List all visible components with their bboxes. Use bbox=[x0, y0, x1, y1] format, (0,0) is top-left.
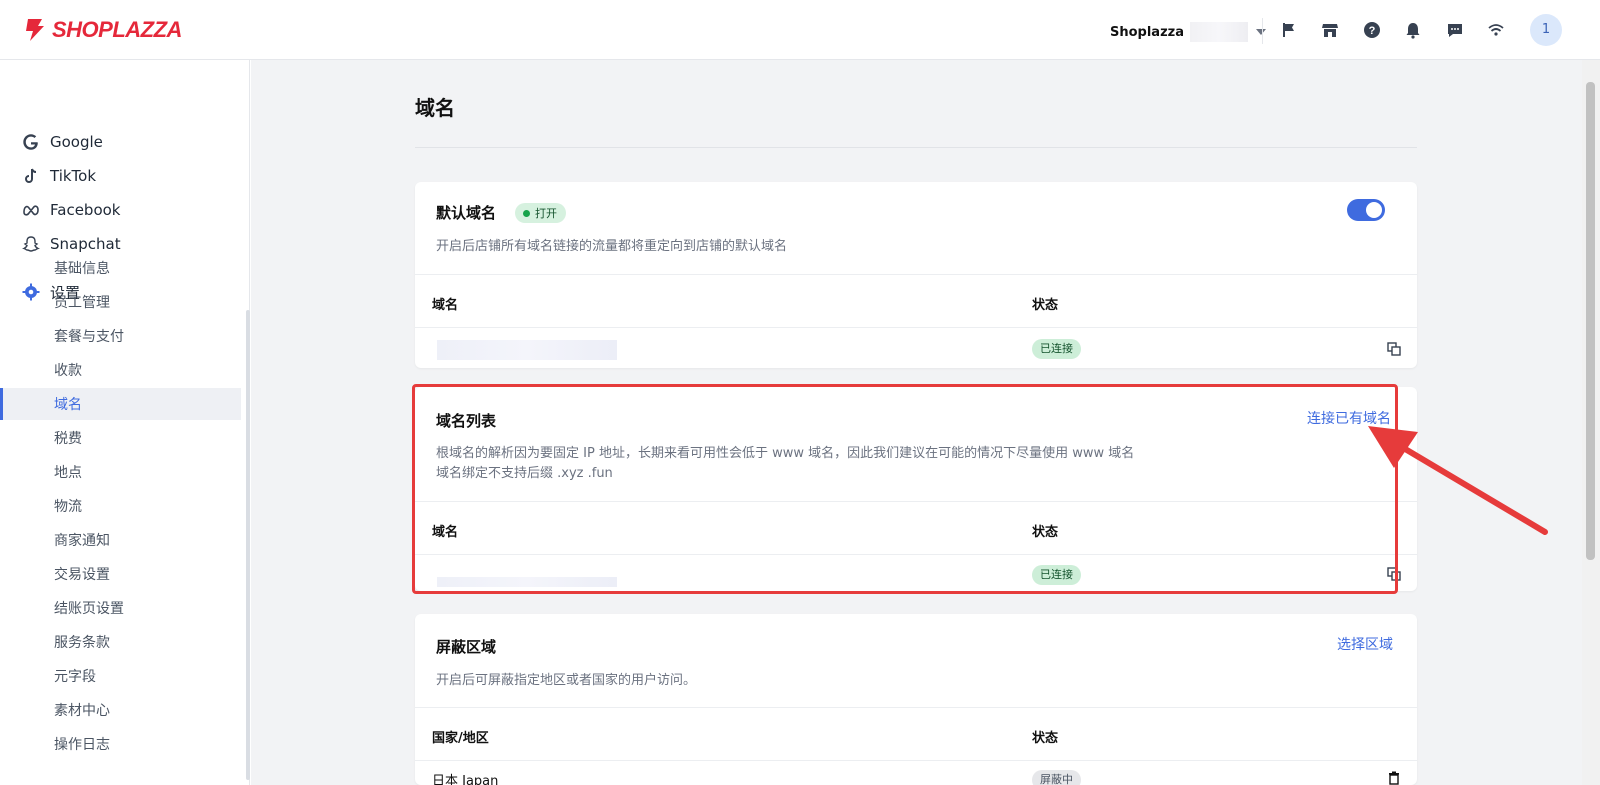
card-title: 默认域名 bbox=[436, 204, 497, 222]
sidebar-subitem[interactable]: 税费 bbox=[0, 422, 240, 454]
sidebar-subitem[interactable]: 套餐与支付 bbox=[0, 320, 240, 352]
annotation-arrow bbox=[1368, 426, 1548, 535]
sidebar-item-google[interactable]: Google bbox=[22, 130, 103, 154]
title-divider bbox=[415, 147, 1417, 148]
table-row: 已连接 bbox=[415, 327, 1417, 368]
blocked-region-card: 屏蔽区域 选择区域 开启后可屏蔽指定地区或者国家的用户访问。 国家/地区 状态 … bbox=[415, 614, 1417, 785]
sidebar-item-label: Facebook bbox=[50, 201, 121, 219]
card-title: 屏蔽区域 bbox=[436, 638, 497, 656]
sidebar-item-facebook[interactable]: Facebook bbox=[22, 198, 120, 222]
status-badge-label: 打开 bbox=[535, 207, 557, 220]
column-header-status: 状态 bbox=[1032, 731, 1059, 746]
wifi-icon[interactable] bbox=[1487, 21, 1505, 39]
user-avatar[interactable]: 1 bbox=[1530, 14, 1562, 46]
store-switcher[interactable]: Shoplazza bbox=[1110, 20, 1266, 44]
sidebar-subitem[interactable]: 员工管理 bbox=[0, 286, 240, 318]
sidebar-subitem-active[interactable]: 域名 bbox=[0, 388, 241, 420]
domain-name-redacted bbox=[437, 340, 617, 360]
select-region-link[interactable]: 选择区域 bbox=[1337, 634, 1393, 654]
sidebar-subitem[interactable]: 收款 bbox=[0, 354, 240, 386]
status-badge: 已连接 bbox=[1032, 339, 1081, 359]
sidebar-subitem[interactable]: 元字段 bbox=[0, 660, 240, 692]
shoplazza-logo-icon bbox=[26, 19, 44, 41]
card-description: 开启后可屏蔽指定地区或者国家的用户访问。 bbox=[436, 673, 697, 688]
chevron-down-icon bbox=[1256, 29, 1266, 35]
status-badge: 屏蔽中 bbox=[1032, 770, 1081, 785]
sidebar-item-label: Snapchat bbox=[50, 235, 121, 253]
copy-icon[interactable] bbox=[1387, 342, 1401, 356]
table-header: 国家/地区 状态 bbox=[415, 707, 1417, 760]
page-title: 域名 bbox=[415, 96, 455, 120]
card-description: 开启后店铺所有域名链接的流量都将重定向到店铺的默认域名 bbox=[436, 239, 788, 254]
meta-icon bbox=[23, 205, 39, 216]
annotation-highlight-box bbox=[412, 384, 1398, 594]
sidebar-subitem[interactable]: 基础信息 bbox=[0, 252, 240, 284]
sidebar-scrollbar[interactable] bbox=[246, 310, 250, 780]
default-domain-card: 默认域名 打开 开启后店铺所有域名链接的流量都将重定向到店铺的默认域名 域名 状… bbox=[415, 182, 1417, 368]
sidebar: Google TikTok Facebook Snapchat 设置 基础信息 … bbox=[0, 60, 250, 785]
sidebar-item-tiktok[interactable]: TikTok bbox=[22, 164, 96, 188]
tiktok-icon bbox=[25, 168, 37, 183]
region-name: 日本 Japan bbox=[432, 774, 499, 785]
status-badge: 打开 bbox=[515, 203, 566, 223]
svg-text:?: ? bbox=[1369, 25, 1376, 37]
sidebar-subitem[interactable]: 交易设置 bbox=[0, 558, 240, 590]
sidebar-subitem[interactable]: 结账页设置 bbox=[0, 592, 240, 624]
sidebar-subitem[interactable]: 地点 bbox=[0, 456, 240, 488]
store-name-redacted bbox=[1190, 22, 1248, 42]
flag-icon[interactable] bbox=[1280, 21, 1298, 39]
sidebar-item-label: TikTok bbox=[50, 167, 97, 185]
bell-icon[interactable] bbox=[1404, 21, 1422, 39]
sidebar-subitem[interactable]: 物流 bbox=[0, 490, 240, 522]
trash-icon[interactable] bbox=[1387, 771, 1401, 785]
sidebar-subitem[interactable]: 素材中心 bbox=[0, 694, 240, 726]
table-header: 域名 状态 bbox=[415, 274, 1417, 327]
sidebar-item-label: Google bbox=[50, 133, 103, 151]
google-icon bbox=[23, 134, 38, 150]
column-header-domain: 域名 bbox=[432, 298, 459, 313]
column-header-region: 国家/地区 bbox=[432, 731, 489, 746]
sidebar-subitem[interactable]: 服务条款 bbox=[0, 626, 240, 658]
top-bar: SHOPLAZZA Shoplazza ? 1 bbox=[0, 0, 1600, 60]
sidebar-subitem[interactable]: 操作日志 bbox=[0, 728, 240, 760]
snapchat-icon bbox=[22, 236, 40, 252]
page-scrollbar-thumb[interactable] bbox=[1586, 82, 1595, 560]
sidebar-subitem[interactable]: 商家通知 bbox=[0, 524, 240, 556]
column-header-status: 状态 bbox=[1032, 298, 1059, 313]
default-domain-toggle[interactable] bbox=[1347, 199, 1385, 221]
brand-name: SHOPLAZZA bbox=[52, 17, 182, 42]
store-icon[interactable] bbox=[1321, 21, 1339, 39]
table-row: 日本 Japan 屏蔽中 bbox=[415, 760, 1417, 785]
status-dot bbox=[523, 209, 530, 217]
topbar-divider bbox=[1262, 18, 1263, 44]
store-name: Shoplazza bbox=[1110, 24, 1184, 40]
help-icon[interactable]: ? bbox=[1363, 21, 1381, 39]
shoplazza-logo[interactable]: SHOPLAZZA bbox=[24, 16, 182, 44]
chat-icon[interactable] bbox=[1446, 21, 1464, 39]
